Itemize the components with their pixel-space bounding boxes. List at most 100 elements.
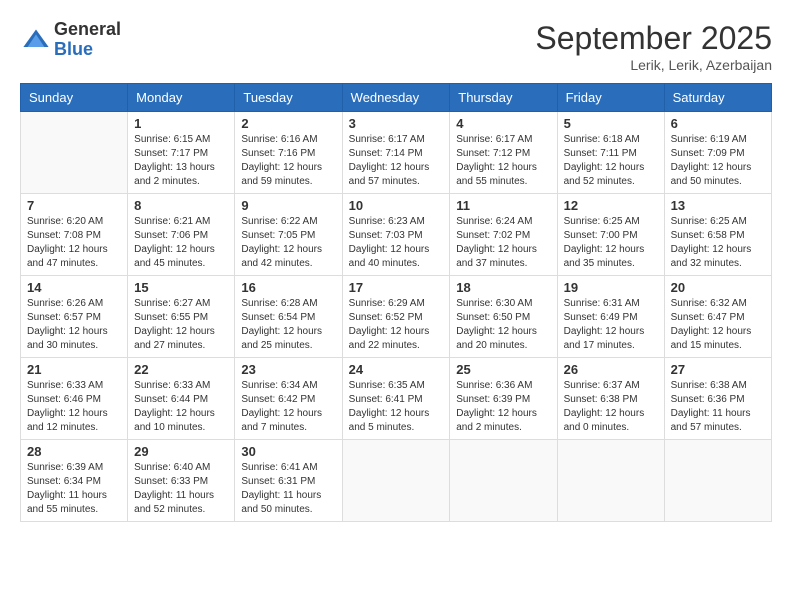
day-info: Sunrise: 6:40 AM Sunset: 6:33 PM Dayligh… [134,461,228,517]
day-info: Sunrise: 6:33 AM Sunset: 6:46 PM Dayligh… [27,379,121,435]
calendar-cell: 2 Sunrise: 6:16 AM Sunset: 7:16 PM Daylig… [235,112,342,194]
day-number: 9 [241,198,335,213]
day-number: 18 [456,280,550,295]
day-number: 1 [134,116,228,131]
calendar-cell: 5 Sunrise: 6:18 AM Sunset: 7:11 PM Daylig… [557,112,664,194]
day-number: 17 [349,280,444,295]
day-info: Sunrise: 6:39 AM Sunset: 6:34 PM Dayligh… [27,461,121,517]
day-info: Sunrise: 6:35 AM Sunset: 6:41 PM Dayligh… [349,379,444,435]
calendar-week-row: 28 Sunrise: 6:39 AM Sunset: 6:34 PM Dayli… [21,440,772,522]
logo: General Blue [20,20,121,60]
logo-icon [22,26,50,54]
day-info: Sunrise: 6:26 AM Sunset: 6:57 PM Dayligh… [27,297,121,353]
month-title: September 2025 [535,20,772,57]
day-info: Sunrise: 6:18 AM Sunset: 7:11 PM Dayligh… [564,133,658,189]
page-header: General Blue September 2025 Lerik, Lerik… [20,20,772,73]
calendar-week-row: 7Sunrise: 6:20 AM Sunset: 7:08 PM Daylig… [21,194,772,276]
calendar-cell [557,440,664,522]
calendar-header-row: SundayMondayTuesdayWednesdayThursdayFrid… [21,84,772,112]
calendar-cell [664,440,771,522]
day-number: 14 [27,280,121,295]
calendar-cell: 8 Sunrise: 6:21 AM Sunset: 7:06 PM Daylig… [128,194,235,276]
header-sunday: Sunday [21,84,128,112]
calendar-cell: 27 Sunrise: 6:38 AM Sunset: 6:36 PM Dayli… [664,358,771,440]
day-info: Sunrise: 6:32 AM Sunset: 6:47 PM Dayligh… [671,297,765,353]
day-info: Sunrise: 6:27 AM Sunset: 6:55 PM Dayligh… [134,297,228,353]
header-monday: Monday [128,84,235,112]
calendar-cell: 20 Sunrise: 6:32 AM Sunset: 6:47 PM Dayli… [664,276,771,358]
day-number: 23 [241,362,335,377]
day-number: 25 [456,362,550,377]
location-subtitle: Lerik, Lerik, Azerbaijan [535,57,772,73]
day-number: 26 [564,362,658,377]
day-number: 30 [241,444,335,459]
day-number: 20 [671,280,765,295]
day-number: 24 [349,362,444,377]
day-number: 4 [456,116,550,131]
day-info: Sunrise: 6:37 AM Sunset: 6:38 PM Dayligh… [564,379,658,435]
day-info: Sunrise: 6:17 AM Sunset: 7:14 PM Dayligh… [349,133,444,189]
day-number: 8 [134,198,228,213]
day-number: 2 [241,116,335,131]
calendar-cell: 28 Sunrise: 6:39 AM Sunset: 6:34 PM Dayli… [21,440,128,522]
calendar-cell: 24 Sunrise: 6:35 AM Sunset: 6:41 PM Dayli… [342,358,450,440]
calendar-cell: 30Sunrise: 6:41 AM Sunset: 6:31 PM Dayli… [235,440,342,522]
calendar-table: SundayMondayTuesdayWednesdayThursdayFrid… [20,83,772,522]
calendar-cell: 22Sunrise: 6:33 AM Sunset: 6:44 PM Dayli… [128,358,235,440]
day-info: Sunrise: 6:30 AM Sunset: 6:50 PM Dayligh… [456,297,550,353]
day-info: Sunrise: 6:36 AM Sunset: 6:39 PM Dayligh… [456,379,550,435]
calendar-week-row: 1 Sunrise: 6:15 AM Sunset: 7:17 PM Daylig… [21,112,772,194]
calendar-cell: 9 Sunrise: 6:22 AM Sunset: 7:05 PM Daylig… [235,194,342,276]
calendar-cell: 12Sunrise: 6:25 AM Sunset: 7:00 PM Dayli… [557,194,664,276]
calendar-cell: 13 Sunrise: 6:25 AM Sunset: 6:58 PM Dayli… [664,194,771,276]
day-number: 15 [134,280,228,295]
day-info: Sunrise: 6:28 AM Sunset: 6:54 PM Dayligh… [241,297,335,353]
day-number: 16 [241,280,335,295]
day-number: 29 [134,444,228,459]
calendar-cell: 1 Sunrise: 6:15 AM Sunset: 7:17 PM Daylig… [128,112,235,194]
day-number: 11 [456,198,550,213]
day-info: Sunrise: 6:23 AM Sunset: 7:03 PM Dayligh… [349,215,444,271]
calendar-cell: 6Sunrise: 6:19 AM Sunset: 7:09 PM Daylig… [664,112,771,194]
calendar-week-row: 14 Sunrise: 6:26 AM Sunset: 6:57 PM Dayli… [21,276,772,358]
day-info: Sunrise: 6:33 AM Sunset: 6:44 PM Dayligh… [134,379,228,435]
calendar-cell: 17Sunrise: 6:29 AM Sunset: 6:52 PM Dayli… [342,276,450,358]
day-number: 12 [564,198,658,213]
header-tuesday: Tuesday [235,84,342,112]
header-saturday: Saturday [664,84,771,112]
day-number: 27 [671,362,765,377]
header-friday: Friday [557,84,664,112]
day-info: Sunrise: 6:17 AM Sunset: 7:12 PM Dayligh… [456,133,550,189]
header-wednesday: Wednesday [342,84,450,112]
logo-text: General Blue [54,20,121,60]
day-info: Sunrise: 6:38 AM Sunset: 6:36 PM Dayligh… [671,379,765,435]
day-info: Sunrise: 6:16 AM Sunset: 7:16 PM Dayligh… [241,133,335,189]
day-info: Sunrise: 6:22 AM Sunset: 7:05 PM Dayligh… [241,215,335,271]
day-number: 10 [349,198,444,213]
calendar-cell: 10 Sunrise: 6:23 AM Sunset: 7:03 PM Dayli… [342,194,450,276]
day-info: Sunrise: 6:25 AM Sunset: 6:58 PM Dayligh… [671,215,765,271]
day-number: 28 [27,444,121,459]
calendar-cell: 19Sunrise: 6:31 AM Sunset: 6:49 PM Dayli… [557,276,664,358]
calendar-cell: 26 Sunrise: 6:37 AM Sunset: 6:38 PM Dayli… [557,358,664,440]
day-info: Sunrise: 6:24 AM Sunset: 7:02 PM Dayligh… [456,215,550,271]
day-number: 5 [564,116,658,131]
calendar-cell: 15 Sunrise: 6:27 AM Sunset: 6:55 PM Dayli… [128,276,235,358]
day-info: Sunrise: 6:15 AM Sunset: 7:17 PM Dayligh… [134,133,228,189]
day-number: 13 [671,198,765,213]
calendar-week-row: 21 Sunrise: 6:33 AM Sunset: 6:46 PM Dayli… [21,358,772,440]
calendar-cell: 29 Sunrise: 6:40 AM Sunset: 6:33 PM Dayli… [128,440,235,522]
day-number: 6 [671,116,765,131]
day-number: 21 [27,362,121,377]
calendar-cell: 21 Sunrise: 6:33 AM Sunset: 6:46 PM Dayli… [21,358,128,440]
calendar-cell: 16 Sunrise: 6:28 AM Sunset: 6:54 PM Dayli… [235,276,342,358]
calendar-cell: 18 Sunrise: 6:30 AM Sunset: 6:50 PM Dayli… [450,276,557,358]
day-number: 19 [564,280,658,295]
calendar-cell: 4 Sunrise: 6:17 AM Sunset: 7:12 PM Daylig… [450,112,557,194]
logo-general: General [54,20,121,40]
logo-blue: Blue [54,40,121,60]
calendar-cell: 14 Sunrise: 6:26 AM Sunset: 6:57 PM Dayli… [21,276,128,358]
calendar-cell [450,440,557,522]
title-section: September 2025 Lerik, Lerik, Azerbaijan [535,20,772,73]
day-info: Sunrise: 6:21 AM Sunset: 7:06 PM Dayligh… [134,215,228,271]
